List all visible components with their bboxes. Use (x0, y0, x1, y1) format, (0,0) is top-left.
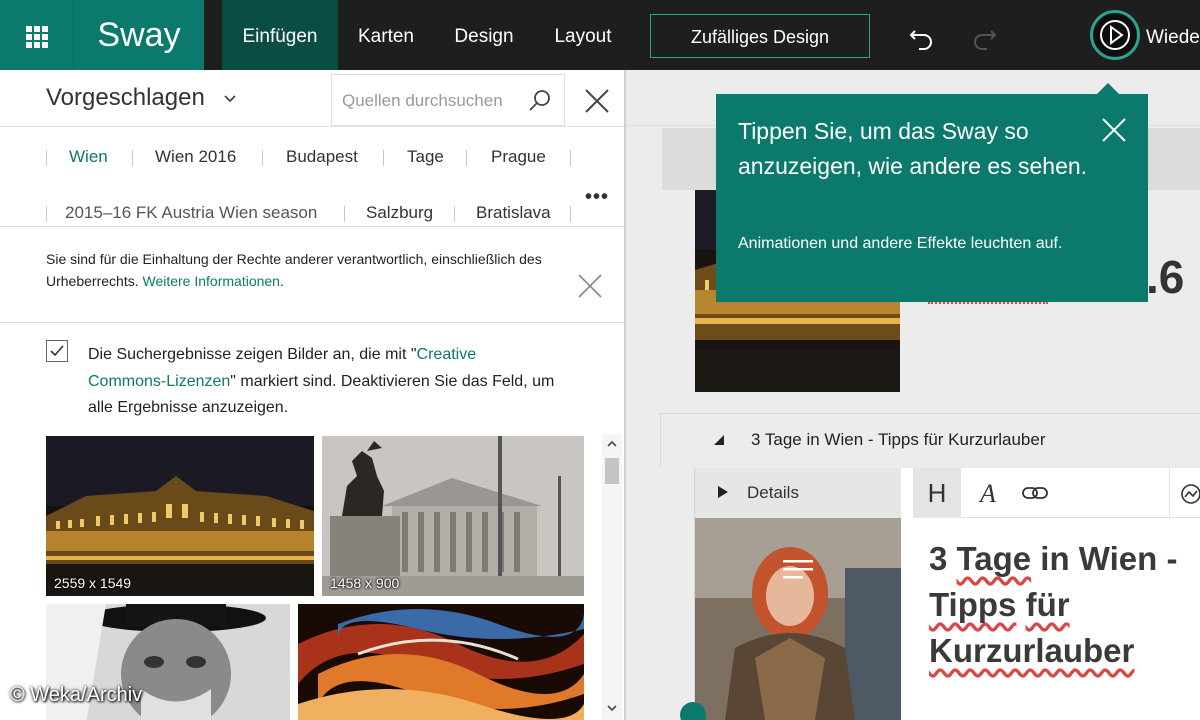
waffle-icon (26, 26, 48, 48)
chip-prague[interactable]: Prague (491, 147, 546, 167)
heading-text-editor[interactable]: 3 Tage in Wien - Tipps für Kurzurlauber (929, 536, 1199, 674)
emphasis-button[interactable]: A (973, 468, 1003, 518)
chip-bratislava[interactable]: Bratislava (476, 203, 551, 223)
heading-word: 3 (929, 540, 948, 577)
image-dimensions: 2559 x 1549 (54, 575, 132, 591)
image-result[interactable]: 2559 x 1549 (46, 436, 314, 596)
results-scrollbar[interactable] (602, 434, 622, 720)
chip-fk-austria[interactable]: 2015–16 FK Austria Wien season (65, 203, 317, 223)
top-toolbar: Sway Einfügen Karten Design Layout Zufäl… (0, 0, 1200, 70)
chip-tage[interactable]: Tage (407, 147, 444, 167)
tooltip-body: Animationen und andere Effekte leuchten … (738, 235, 1063, 252)
chevron-down-icon (224, 95, 237, 102)
section-header[interactable]: 3 Tage in Wien - Tipps für Kurzurlauber (660, 413, 1200, 467)
chip-separator (262, 150, 263, 166)
title-card-heading-fragment: .6 (1146, 251, 1185, 303)
details-toggle[interactable]: Details (695, 468, 901, 518)
card-menu-icon[interactable] (783, 558, 813, 580)
spellcheck-underline (928, 302, 1048, 304)
tab-karten[interactable]: Karten (342, 0, 430, 70)
image-dimensions: 1458 x 900 (330, 575, 400, 591)
chip-separator (383, 150, 384, 166)
image-result[interactable]: 1458 x 900 (322, 436, 584, 596)
undo-icon[interactable] (906, 22, 936, 52)
format-toolbar: H A (913, 468, 1200, 518)
chip-separator (344, 206, 345, 222)
expand-triangle-icon (718, 486, 728, 498)
link-icon[interactable] (1021, 482, 1049, 504)
chip-separator (46, 206, 47, 222)
more-info-link[interactable]: Weitere Informationen (142, 273, 279, 289)
rights-notice-text: Sie sind für die Einhaltung der Rechte a… (46, 251, 542, 289)
hofburg-night-image (46, 436, 314, 596)
parliament-statue-image (322, 436, 584, 596)
play-button[interactable] (1090, 10, 1140, 60)
source-dropdown-label: Vorgeschlagen (46, 84, 205, 111)
creative-commons-label: Die Suchergebnisse zeigen Bilder an, die… (88, 342, 558, 422)
details-label: Details (747, 483, 799, 502)
scroll-up-icon[interactable] (606, 438, 618, 450)
divider (0, 126, 624, 127)
close-panel-icon[interactable] (584, 88, 610, 114)
random-design-button[interactable]: Zufälliges Design (650, 14, 870, 58)
replay-label[interactable]: Wiede (1146, 0, 1200, 70)
chip-wien[interactable]: Wien (69, 147, 108, 167)
woman-portrait-image (695, 518, 901, 720)
collapse-triangle-icon[interactable] (713, 434, 725, 446)
chip-separator (46, 150, 47, 166)
insert-panel: Vorgeschlagen Wien Wien 2016 Budapest Ta… (0, 70, 626, 720)
heading-word-misspelled: Tage (956, 540, 1032, 577)
heading-word: Wien (1078, 540, 1158, 577)
toolbar-separator (1169, 468, 1170, 518)
play-tooltip: Tippen Sie, um das Sway so anzuzeigen, w… (716, 83, 1148, 302)
tab-einfuegen[interactable]: Einfügen (222, 0, 338, 70)
abstract-swirl-image (298, 604, 584, 720)
app-name[interactable]: Sway (74, 0, 204, 70)
redo-icon[interactable] (970, 22, 1000, 52)
heading-style-button[interactable]: H (913, 468, 961, 518)
creative-commons-checkbox[interactable] (46, 340, 68, 362)
copyright-watermark: © Weka/Archiv (10, 684, 143, 706)
chip-wien-2016[interactable]: Wien 2016 (155, 147, 236, 167)
scrollbar-thumb[interactable] (605, 458, 619, 484)
divider (0, 322, 624, 323)
image-result[interactable] (298, 604, 584, 720)
chip-separator (570, 150, 571, 166)
tab-layout[interactable]: Layout (538, 0, 628, 70)
rights-notice-suffix: . (279, 273, 284, 289)
more-suggestions-button[interactable]: ••• (585, 186, 609, 209)
scroll-down-icon[interactable] (606, 702, 618, 714)
chip-salzburg[interactable]: Salzburg (366, 203, 433, 223)
search-input[interactable] (342, 89, 510, 113)
tab-design[interactable]: Design (440, 0, 528, 70)
cc-text-before: Die Suchergebnisse zeigen Bilder an, die… (88, 346, 417, 363)
divider (0, 226, 624, 227)
play-icon (1100, 20, 1130, 50)
heading-word: in (1040, 540, 1070, 577)
heading-word-misspelled: Kurzurlauber (929, 632, 1135, 669)
heading-card-image[interactable] (695, 518, 901, 720)
tooltip-title: Tippen Sie, um das Sway so anzuzeigen, w… (738, 118, 1088, 179)
chip-separator (466, 150, 467, 166)
app-launcher-button[interactable] (0, 0, 74, 70)
dismiss-notice-icon[interactable] (578, 274, 602, 298)
rights-notice: Sie sind für die Einhaltung der Rechte a… (46, 248, 596, 292)
heading-card[interactable]: Details H A 3 Tage in Wien - Tipps für K… (694, 468, 1200, 720)
close-tooltip-icon[interactable] (1100, 116, 1128, 144)
heading-word: - (1166, 540, 1178, 577)
source-dropdown[interactable]: Vorgeschlagen (46, 84, 237, 112)
chip-separator (132, 150, 133, 166)
chip-budapest[interactable]: Budapest (286, 147, 358, 167)
card-style-icon[interactable] (1179, 482, 1200, 506)
section-title: 3 Tage in Wien - Tipps für Kurzurlauber (751, 430, 1046, 449)
chip-separator (454, 206, 455, 222)
chip-separator (570, 206, 571, 222)
checkmark-icon (50, 345, 64, 357)
search-field[interactable] (331, 74, 565, 126)
heading-word-misspelled: Tipps (929, 586, 1017, 623)
heading-word-misspelled: für (1025, 586, 1070, 623)
search-icon[interactable] (528, 89, 552, 113)
